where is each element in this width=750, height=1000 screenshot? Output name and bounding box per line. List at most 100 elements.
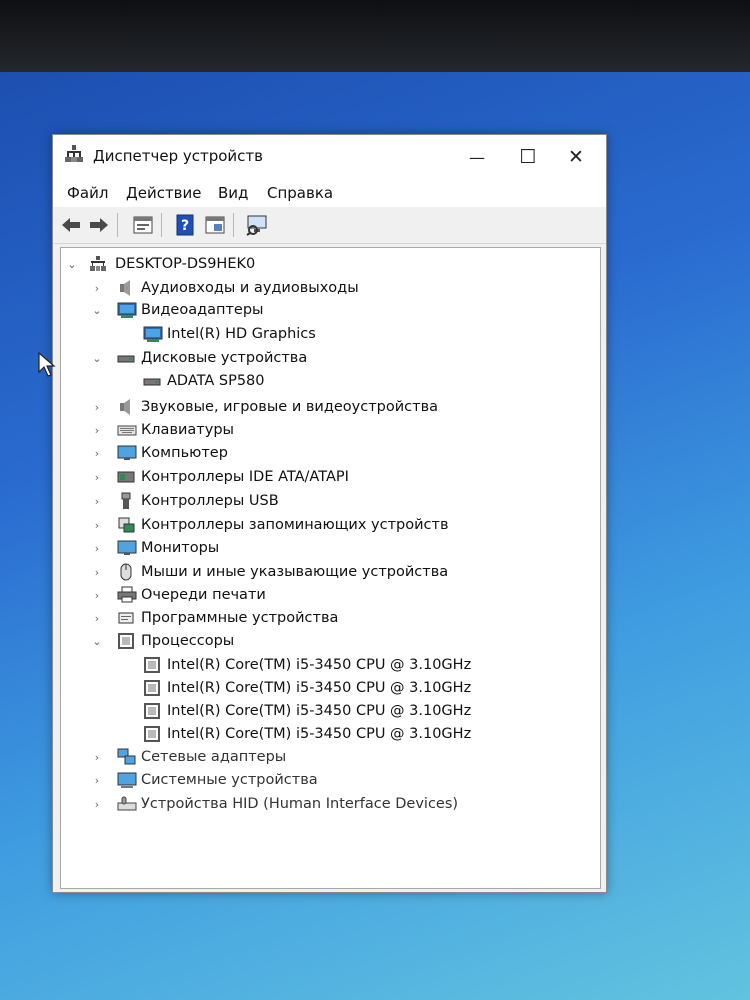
monitor-icon: [117, 539, 137, 557]
expand-chevron-icon[interactable]: ›: [91, 751, 103, 764]
display-adapter-icon: [117, 301, 137, 319]
expand-chevron-icon[interactable]: ›: [91, 471, 103, 484]
forward-button[interactable]: [87, 213, 111, 237]
maximize-icon: ☐: [519, 146, 537, 168]
expand-chevron-icon[interactable]: ›: [91, 495, 103, 508]
back-icon: [62, 218, 80, 232]
tree-leaf-gpu[interactable]: Intel(R) HD Graphics: [61, 323, 591, 345]
window-title: Диспетчер устройств: [93, 147, 264, 165]
display-adapter-icon: [143, 325, 163, 343]
hid-icon: [117, 795, 137, 813]
node-label: Мыши и иные указывающие устройства: [141, 564, 449, 580]
node-label: Клавиатуры: [141, 422, 234, 438]
root-label: DESKTOP-DS9HEK0: [115, 256, 256, 272]
node-label: Процессоры: [141, 633, 235, 649]
speaker-icon: [117, 279, 135, 297]
tree-node-keyboards[interactable]: › Клавиатуры: [61, 419, 591, 441]
tree-leaf-cpu[interactable]: Intel(R) Core(TM) i5-3450 CPU @ 3.10GHz: [61, 700, 591, 722]
collapse-chevron-icon[interactable]: ⌄: [66, 258, 78, 271]
tree-node-mice[interactable]: › Мыши и иные указывающие устройства: [61, 561, 591, 583]
tree-node-hid[interactable]: › Устройства HID (Human Interface Device…: [61, 793, 591, 815]
tree-leaf-ssd[interactable]: ADATA SP580: [61, 370, 591, 392]
node-label: Программные устройства: [141, 610, 339, 626]
help-icon: ?: [176, 214, 194, 236]
software-device-icon: [117, 609, 135, 627]
close-icon: ✕: [568, 146, 584, 168]
keyboard-icon: [117, 421, 137, 439]
node-label: Устройства HID (Human Interface Devices): [141, 796, 459, 812]
toolbar-separator: [233, 213, 234, 237]
update-driver-icon: [205, 216, 225, 234]
tree-node-software-devices[interactable]: › Программные устройства: [61, 607, 591, 629]
tree-node-sound-devices[interactable]: › Звуковые, игровые и видеоустройства: [61, 396, 591, 418]
properties-icon: [133, 216, 153, 234]
back-button[interactable]: [59, 213, 83, 237]
help-button[interactable]: ?: [173, 213, 197, 237]
update-driver-button[interactable]: [203, 213, 227, 237]
expand-chevron-icon[interactable]: ›: [91, 401, 103, 414]
processor-icon: [143, 679, 161, 697]
tree-node-disk-drives[interactable]: ⌄ Дисковые устройства: [61, 347, 591, 369]
printer-icon: [117, 586, 137, 604]
expand-chevron-icon[interactable]: ›: [91, 447, 103, 460]
tree-node-network-adapters[interactable]: › Сетевые адаптеры: [61, 746, 591, 768]
node-label: Мониторы: [141, 540, 220, 556]
node-label: Очереди печати: [141, 587, 266, 603]
collapse-chevron-icon[interactable]: ⌄: [91, 304, 103, 317]
tree-node-display-adapters[interactable]: ⌄ Видеоадаптеры: [61, 299, 591, 321]
expand-chevron-icon[interactable]: ›: [91, 589, 103, 602]
tree-leaf-cpu[interactable]: Intel(R) Core(TM) i5-3450 CPU @ 3.10GHz: [61, 723, 591, 745]
expand-chevron-icon[interactable]: ›: [91, 424, 103, 437]
tree-leaf-cpu[interactable]: Intel(R) Core(TM) i5-3450 CPU @ 3.10GHz: [61, 654, 591, 676]
device-tree[interactable]: ⌄ DESKTOP-DS9HEK0 › Аудиовходы и аудиовы…: [60, 247, 601, 889]
scan-hardware-button[interactable]: [245, 213, 269, 237]
tree-node-computer[interactable]: › Компьютер: [61, 442, 591, 464]
leaf-label: ADATA SP580: [167, 373, 265, 389]
tree-node-print-queues[interactable]: › Очереди печати: [61, 584, 591, 606]
disk-drive-icon: [143, 372, 161, 390]
device-manager-app-icon: [64, 144, 84, 164]
processor-icon: [117, 632, 135, 650]
menu-help[interactable]: Справка: [267, 184, 333, 202]
expand-chevron-icon[interactable]: ›: [91, 798, 103, 811]
network-adapter-icon: [117, 748, 136, 766]
tree-leaf-cpu[interactable]: Intel(R) Core(TM) i5-3450 CPU @ 3.10GHz: [61, 677, 591, 699]
tree-node-system-devices[interactable]: › Системные устройства: [61, 769, 591, 791]
close-button[interactable]: ✕: [551, 135, 601, 179]
leaf-label: Intel(R) Core(TM) i5-3450 CPU @ 3.10GHz: [167, 680, 472, 696]
leaf-label: Intel(R) Core(TM) i5-3450 CPU @ 3.10GHz: [167, 703, 472, 719]
collapse-chevron-icon[interactable]: ⌄: [91, 352, 103, 365]
expand-chevron-icon[interactable]: ›: [91, 612, 103, 625]
node-label: Сетевые адаптеры: [141, 749, 287, 765]
title-bar[interactable]: Диспетчер устройств — ☐ ✕: [53, 135, 606, 179]
expand-chevron-icon[interactable]: ›: [91, 519, 103, 532]
expand-chevron-icon[interactable]: ›: [91, 282, 103, 295]
menu-bar: Файл Действие Вид Справка: [53, 179, 606, 207]
tree-node-storage-controllers[interactable]: › Контроллеры запоминающих устройств: [61, 514, 591, 536]
ide-controller-icon: [117, 468, 135, 486]
expand-chevron-icon[interactable]: ›: [91, 774, 103, 787]
minimize-button[interactable]: —: [452, 135, 502, 179]
tree-node-ide[interactable]: › Контроллеры IDE ATA/ATAPI: [61, 466, 591, 488]
tree-node-processors[interactable]: ⌄ Процессоры: [61, 630, 591, 652]
tree-node-monitors[interactable]: › Мониторы: [61, 537, 591, 559]
menu-view[interactable]: Вид: [218, 184, 248, 202]
maximize-button[interactable]: ☐: [503, 135, 553, 179]
storage-controller-icon: [117, 516, 135, 534]
forward-icon: [90, 218, 108, 232]
expand-chevron-icon[interactable]: ›: [91, 566, 103, 579]
menu-file[interactable]: Файл: [67, 184, 108, 202]
node-label: Дисковые устройства: [141, 350, 308, 366]
processor-icon: [143, 656, 161, 674]
collapse-chevron-icon[interactable]: ⌄: [91, 635, 103, 648]
mouse-icon: [117, 563, 135, 581]
computer-icon: [117, 444, 137, 462]
tree-node-audio-io[interactable]: › Аудиовходы и аудиовыходы: [61, 277, 591, 299]
menu-action[interactable]: Действие: [126, 184, 202, 202]
node-label: Звуковые, игровые и видеоустройства: [141, 399, 438, 415]
expand-chevron-icon[interactable]: ›: [91, 542, 103, 555]
system-device-icon: [117, 771, 137, 789]
svg-text:?: ?: [181, 218, 189, 234]
tree-node-usb[interactable]: › Контроллеры USB: [61, 490, 591, 512]
properties-button[interactable]: [131, 213, 155, 237]
